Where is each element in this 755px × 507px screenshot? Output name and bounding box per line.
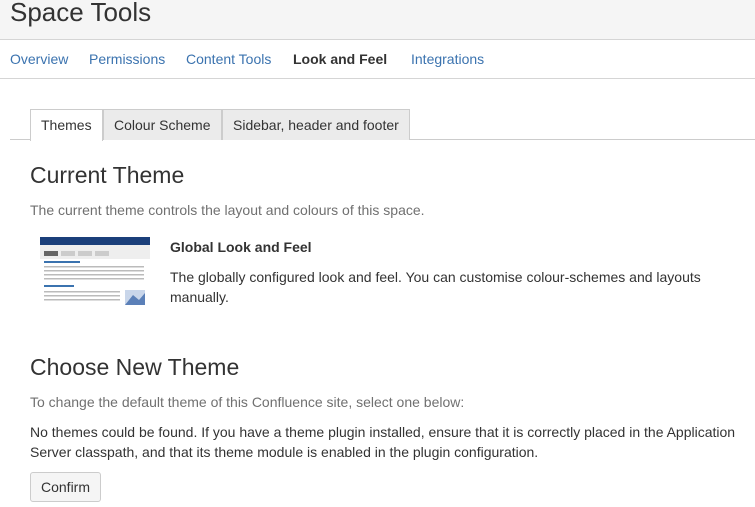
thumbnail-nav-tab [61, 251, 75, 256]
nav-item-look-and-feel[interactable]: Look and Feel [293, 50, 387, 68]
thumbnail-text-line [44, 299, 120, 301]
thumbnail-nav-tab [78, 251, 92, 256]
current-theme-name: Global Look and Feel [170, 239, 312, 255]
tab-sidebar-header-footer[interactable]: Sidebar, header and footer [222, 109, 410, 140]
thumbnail-link-line [44, 261, 80, 263]
space-tools-nav: Overview Permissions Content Tools Look … [0, 40, 755, 79]
thumbnail-text-line [44, 295, 120, 297]
choose-theme-heading: Choose New Theme [30, 354, 240, 380]
theme-preview-thumbnail [40, 237, 150, 307]
page-header: Space Tools [0, 0, 755, 40]
thumbnail-text-line [44, 266, 144, 268]
thumbnail-text-line [44, 274, 144, 276]
thumbnail-text-line [44, 278, 144, 280]
current-theme-description: The current theme controls the layout an… [30, 202, 425, 218]
thumbnail-nav-tab-active [44, 251, 58, 256]
no-themes-notice: No themes could be found. If you have a … [30, 424, 736, 460]
current-theme-heading: Current Theme [30, 162, 185, 188]
look-and-feel-tabs: Themes Colour Scheme Sidebar, header and… [10, 109, 755, 141]
nav-item-content-tools[interactable]: Content Tools [186, 50, 271, 68]
page-title: Space Tools [10, 0, 152, 27]
thumbnail-nav-tab [95, 251, 109, 256]
tab-colour-scheme[interactable]: Colour Scheme [103, 109, 222, 140]
current-theme-details: The globally configured look and feel. Y… [170, 269, 701, 305]
nav-item-overview[interactable]: Overview [10, 50, 68, 68]
thumbnail-text-line [44, 291, 120, 293]
thumbnail-text-line [44, 270, 144, 272]
choose-theme-description: To change the default theme of this Conf… [30, 394, 465, 410]
thumbnail-link-line [44, 285, 74, 287]
space-tools-page: Space Tools Overview Permissions Content… [0, 0, 755, 507]
confirm-button[interactable]: Confirm [30, 472, 102, 502]
nav-item-permissions[interactable]: Permissions [89, 50, 165, 68]
nav-item-integrations[interactable]: Integrations [411, 50, 484, 68]
tab-themes[interactable]: Themes [30, 109, 103, 141]
thumbnail-header-bar [40, 237, 150, 245]
